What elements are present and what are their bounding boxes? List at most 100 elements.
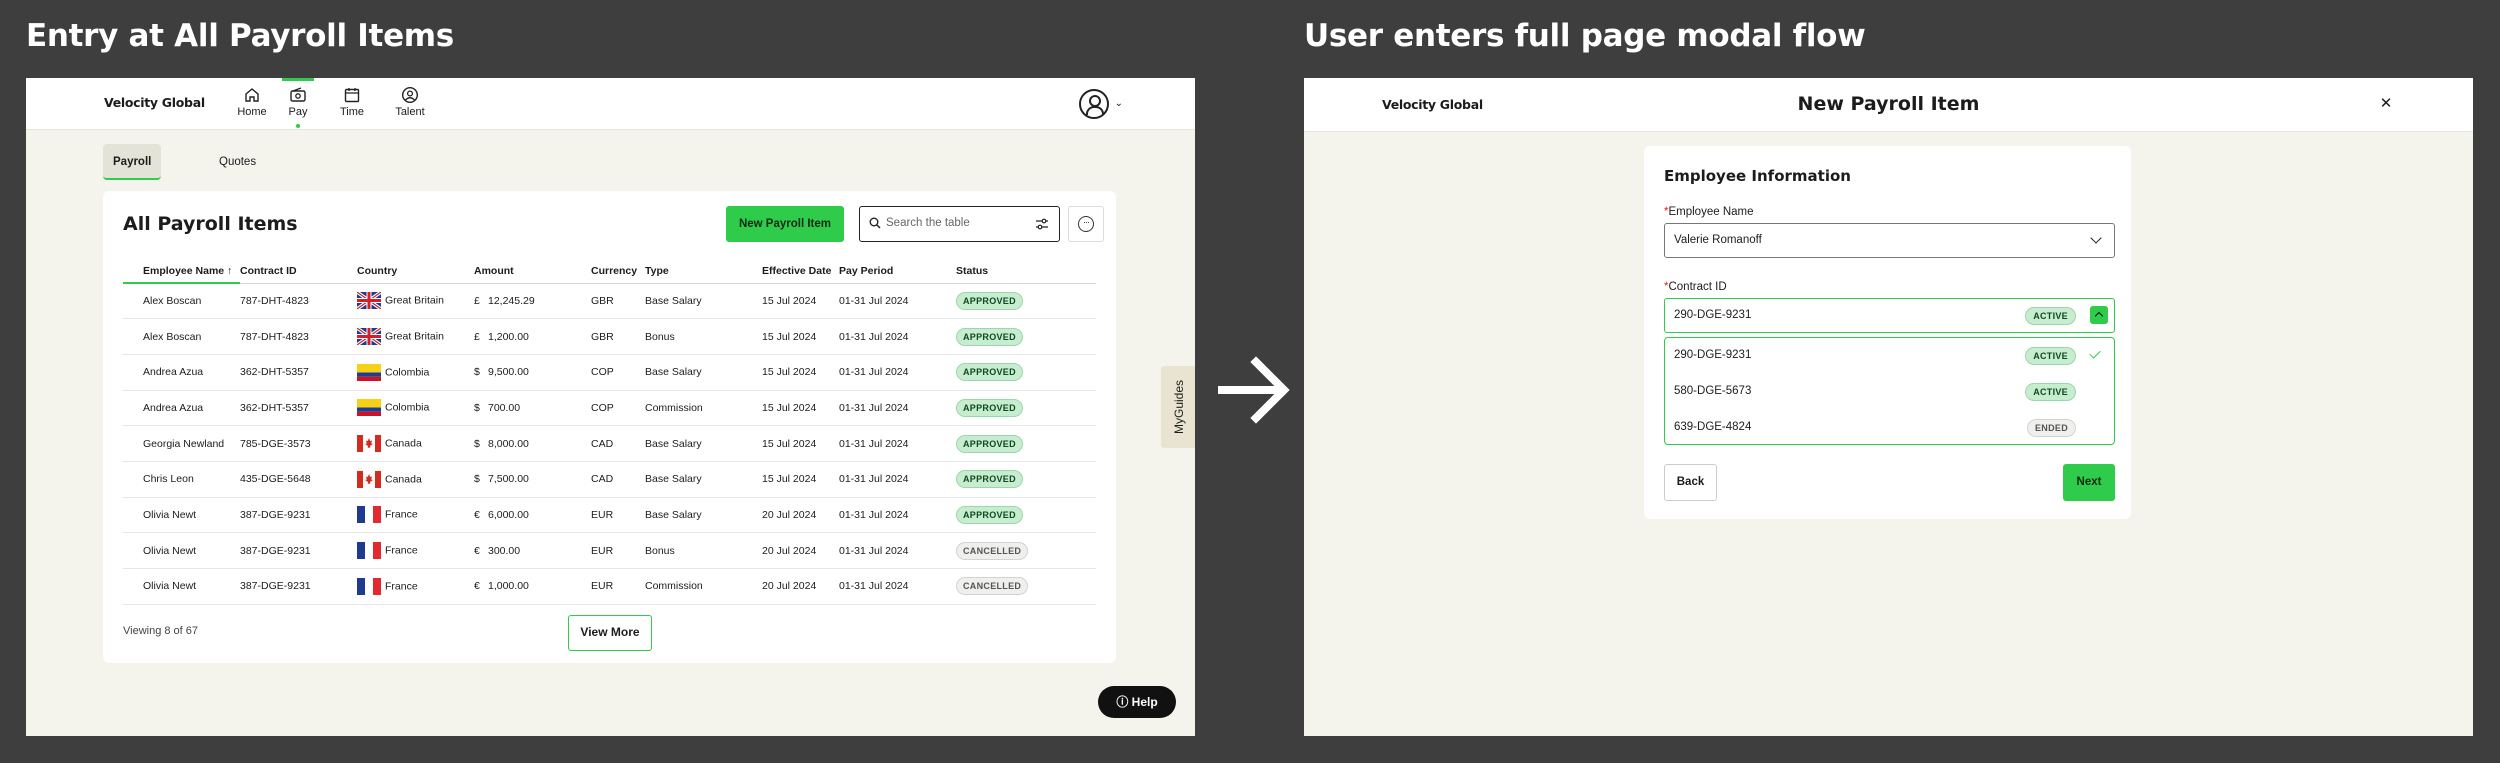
pay-period-cell: 01-31 Jul 2024 (839, 318, 956, 355)
currency-cell: EUR (591, 497, 645, 534)
effective-date-cell: 15 Jul 2024 (762, 390, 839, 427)
type-cell: Base Salary (645, 497, 762, 534)
contract-id-cell: 787-DHT-4823 (240, 318, 357, 355)
employee-information-card: Employee Information *Employee Name Vale… (1644, 146, 2131, 519)
status-badge: APPROVED (956, 470, 1023, 489)
contract-option[interactable]: 580-DGE-5673 ACTIVE (1665, 374, 2114, 410)
filter-icon[interactable] (1035, 217, 1049, 231)
close-icon[interactable]: ✕ (2375, 93, 2397, 115)
contract-id-cell: 387-DGE-9231 (240, 532, 357, 569)
chevron-down-icon (2090, 232, 2102, 244)
search-icon (869, 217, 881, 229)
currency-cell: CAD (591, 461, 645, 498)
home-icon (245, 88, 259, 102)
amount-cell: £1,200.00 (474, 318, 591, 355)
pay-period-cell: 01-31 Jul 2024 (839, 354, 956, 391)
column-amount: Amount (474, 259, 591, 284)
currency-cell: EUR (591, 568, 645, 605)
table-row[interactable]: Chris Leon 435-DGE-5648 Canada $7,500.00 CAD… (123, 461, 1096, 498)
status-badge: CANCELLED (956, 541, 1029, 560)
employee-name-cell: Andrea Azua (123, 390, 240, 427)
employee-name-cell: Olivia Newt (123, 497, 240, 534)
amount-cell: $700.00 (474, 390, 591, 427)
user-avatar-icon[interactable] (1079, 89, 1109, 119)
logo[interactable]: Velocity Global (104, 95, 205, 110)
status-badge: APPROVED (956, 434, 1023, 453)
employee-name-select[interactable]: Valerie Romanoff (1664, 223, 2115, 258)
table-row[interactable]: Andrea Azua 362-DHT-5357 Colombia $700.00 CO… (123, 390, 1096, 427)
column-contract-id: Contract ID (240, 259, 357, 284)
chevron-down-icon[interactable]: ⌄ (1115, 98, 1123, 109)
status-cell: APPROVED (956, 425, 1096, 462)
table-row[interactable]: Alex Boscan 787-DHT-4823 Great Britain £1,2… (123, 318, 1096, 355)
column-employee-name[interactable]: Employee Name ↑ (123, 259, 240, 284)
left-heading: Entry at All Payroll Items (26, 18, 454, 54)
help-icon: ⓘ (1116, 695, 1129, 709)
status-badge: APPROVED (956, 398, 1023, 417)
amount-cell: €300.00 (474, 532, 591, 569)
country-name: Canada (385, 473, 422, 486)
country-name: Great Britain (385, 294, 444, 307)
country-cell: Canada (357, 425, 474, 462)
amount-value: 9,500.00 (488, 366, 529, 379)
pay-period-cell: 01-31 Jul 2024 (839, 283, 956, 320)
currency-cell: EUR (591, 532, 645, 569)
search-input[interactable]: Search the table (859, 206, 1060, 242)
arrow-right-icon (1218, 356, 1290, 424)
more-options-button[interactable]: ··· (1068, 206, 1104, 242)
status-badge: APPROVED (956, 363, 1023, 382)
chevron-up-icon[interactable] (2090, 306, 2108, 324)
pay-icon (290, 87, 306, 102)
back-button[interactable]: Back (1664, 464, 1717, 501)
country-cell: Colombia (357, 390, 474, 427)
more-options-icon: ··· (1078, 216, 1094, 232)
amount-value: 1,200.00 (488, 330, 529, 343)
currency-cell: GBR (591, 283, 645, 320)
co-flag-icon (357, 399, 381, 417)
column-effective-date: Effective Date (762, 259, 839, 284)
next-button[interactable]: Next (2063, 464, 2115, 501)
column-currency: Currency (591, 259, 645, 284)
country-cell: Great Britain (357, 283, 474, 320)
gb-flag-icon (357, 328, 381, 346)
table-row[interactable]: Olivia Newt 387-DGE-9231 France €1,000.00 EU… (123, 568, 1096, 605)
amount-cell: $9,500.00 (474, 354, 591, 391)
nav-home[interactable]: Home (230, 86, 274, 118)
sort-up-icon: ↑ (227, 264, 233, 277)
status-cell: APPROVED (956, 354, 1096, 391)
status-cell: APPROVED (956, 497, 1096, 534)
help-button[interactable]: ⓘ Help (1098, 686, 1176, 718)
table-row[interactable]: Alex Boscan 787-DHT-4823 Great Britain £12,… (123, 283, 1096, 320)
table-row[interactable]: Olivia Newt 387-DGE-9231 France €300.00 EUR B… (123, 532, 1096, 569)
tab-quotes[interactable]: Quotes (209, 144, 266, 180)
tab-payroll-items[interactable]: Payroll Items (103, 144, 162, 204)
row-count: Viewing 8 of 67 (123, 625, 199, 637)
status-badge: ENDED (2026, 419, 2076, 437)
column-country: Country (357, 259, 474, 284)
contract-id-cell: 785-DGE-3573 (240, 425, 357, 462)
new-payroll-item-button[interactable]: New Payroll Item (726, 206, 844, 242)
modal-header: Velocity Global New Payroll Item ✕ (1304, 78, 2473, 132)
table-row[interactable]: Georgia Newland 785-DGE-3573 Canada $8,000.… (123, 425, 1096, 462)
table-row[interactable]: Olivia Newt 387-DGE-9231 France €6,000.00 EU… (123, 497, 1096, 534)
table-row[interactable]: Andrea Azua 362-DHT-5357 Colombia $9,500.00… (123, 354, 1096, 391)
myguides-tab[interactable]: MyGuides (1161, 366, 1195, 448)
contract-id-cell: 362-DHT-5357 (240, 354, 357, 391)
country-cell: Great Britain (357, 318, 474, 355)
contract-id-label: *Contract ID (1664, 281, 1727, 293)
pay-period-cell: 01-31 Jul 2024 (839, 532, 956, 569)
nav-home-label: Home (237, 106, 267, 118)
currency-symbol: £ (474, 330, 480, 343)
status-cell: CANCELLED (956, 568, 1096, 605)
contract-id-select[interactable]: 290-DGE-9231 ACTIVE (1664, 298, 2115, 333)
amount-value: 6,000.00 (488, 508, 529, 521)
contract-option[interactable]: 290-DGE-9231 ACTIVE (1665, 338, 2114, 374)
contract-option[interactable]: 639-DGE-4824 ENDED (1665, 410, 2114, 446)
view-more-button[interactable]: View More (568, 615, 652, 651)
nav-time[interactable]: Time (330, 86, 374, 118)
contract-id-cell: 387-DGE-9231 (240, 497, 357, 534)
nav-pay[interactable]: Pay (276, 78, 320, 128)
employee-name-cell: Alex Boscan (123, 283, 240, 320)
nav-talent[interactable]: Talent (388, 86, 432, 118)
effective-date-cell: 15 Jul 2024 (762, 283, 839, 320)
